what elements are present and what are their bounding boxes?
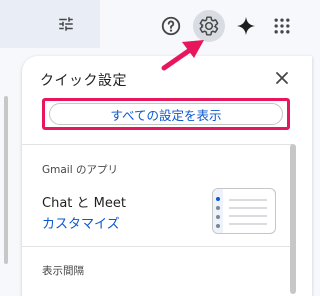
panel-title: クイック設定 [40,73,127,89]
density-section-heading: 表示間隔 [42,265,84,277]
apps-section-heading: Gmail のアプリ [42,164,118,176]
chat-meet-thumbnail [212,188,276,234]
thumbnail-dot [216,224,220,228]
thumbnail-dot [216,206,220,210]
gear-icon [199,16,219,36]
thumbnail-line [229,223,267,225]
settings-button[interactable] [193,10,225,42]
search-bar-area [0,0,100,48]
divider [22,144,292,145]
close-button[interactable] [270,66,294,90]
thumbnail-line [229,207,267,209]
google-apps-button[interactable] [268,12,296,40]
chat-meet-label: Chat と Meet [42,196,126,211]
thumbnail-dot [216,215,220,219]
help-icon [161,16,181,36]
left-edge-background [0,48,20,284]
sparkle-icon [236,16,256,36]
see-all-settings-label: すべての設定を表示 [110,107,222,123]
left-scrollbar[interactable] [4,96,8,264]
quick-settings-panel: クイック設定 すべての設定を表示 Gmail のアプリ Chat と Meet … [22,56,312,296]
thumbnail-line [229,215,267,217]
tune-icon [59,17,73,31]
customize-link[interactable]: カスタマイズ [42,213,120,232]
divider [22,246,292,247]
support-button[interactable] [157,12,185,40]
see-all-settings-button[interactable]: すべての設定を表示 [42,98,290,130]
thumbnail-dot [216,197,220,201]
thumbnail-line [229,199,267,201]
search-filter-button[interactable] [54,12,78,36]
close-icon [276,72,288,84]
apps-grid-icon [274,18,290,34]
panel-scrollbar[interactable] [290,144,296,294]
gemini-button[interactable] [232,12,260,40]
